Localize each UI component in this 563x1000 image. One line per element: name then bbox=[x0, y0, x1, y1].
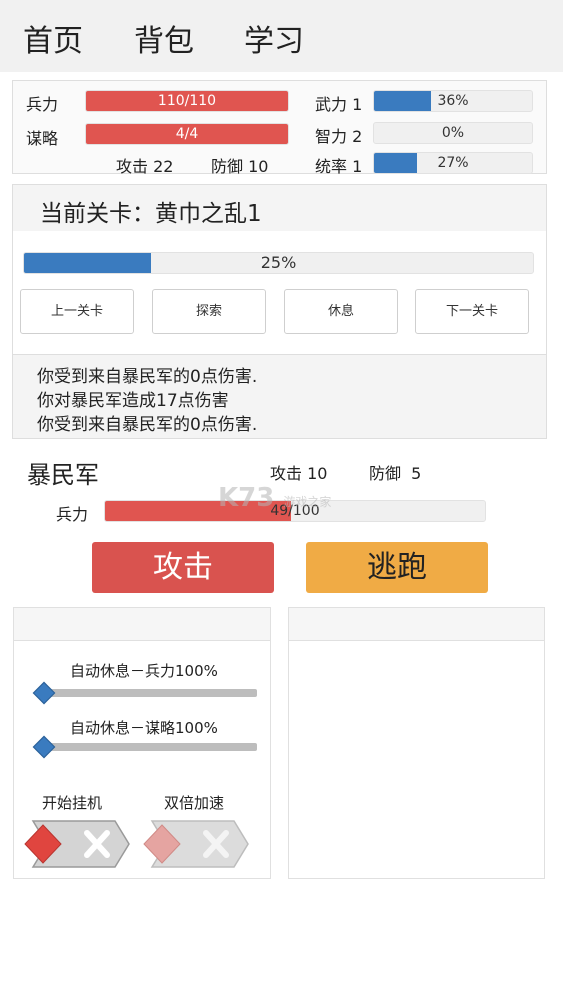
nav-home[interactable]: 首页 bbox=[23, 16, 83, 60]
auto-idle-toggle[interactable] bbox=[23, 819, 131, 869]
top-nav: 首页 背包 学习 bbox=[0, 0, 563, 72]
auto-rest-strategy-knob[interactable] bbox=[32, 735, 56, 759]
attack-button[interactable]: 攻击 bbox=[92, 542, 274, 593]
log-line: 你受到来自暴民军的0点伤害. bbox=[37, 415, 258, 435]
auto-rest-troops-slider[interactable] bbox=[36, 689, 257, 697]
enemy-troops-label: 兵力 bbox=[56, 505, 89, 524]
rest-button[interactable]: 休息 bbox=[284, 289, 398, 334]
enemy-attack: 攻击 10 bbox=[270, 464, 328, 483]
troops-bar: 110/110 bbox=[85, 90, 289, 112]
info-panel-header bbox=[289, 608, 544, 641]
prev-stage-button[interactable]: 上一关卡 bbox=[20, 289, 134, 334]
next-stage-button[interactable]: 下一关卡 bbox=[415, 289, 529, 334]
strategy-label: 谋略 bbox=[26, 129, 59, 148]
enemy-troops-bar: 49/100 bbox=[104, 500, 486, 522]
command-value: 27% bbox=[437, 155, 469, 171]
stage-progress-value: 25% bbox=[260, 253, 297, 272]
troops-label: 兵力 bbox=[26, 95, 59, 114]
stage-header: 当前关卡：黄巾之乱1 bbox=[12, 184, 547, 232]
intellect-value: 0% bbox=[441, 125, 465, 141]
attack-stat: 攻击 22 bbox=[116, 157, 174, 176]
strategy-bar: 4/4 bbox=[85, 123, 289, 145]
settings-panel-header bbox=[14, 608, 270, 641]
stats-panel: 兵力 110/110 谋略 4/4 攻击 22 防御 10 武力 1 36% 智… bbox=[12, 80, 547, 176]
enemy-troops-value: 49/100 bbox=[270, 503, 320, 519]
log-line: 你对暴民军造成17点伤害 bbox=[37, 391, 229, 411]
defense-stat: 防御 10 bbox=[211, 157, 269, 176]
log-line: 你受到来自暴民军的0点伤害. bbox=[37, 367, 258, 387]
intellect-bar: 0% bbox=[373, 122, 533, 144]
settings-panel: 自动休息－兵力100% 自动休息－谋略100% 开始挂机 双倍加速 bbox=[13, 607, 271, 879]
nav-bag[interactable]: 背包 bbox=[134, 16, 194, 60]
might-value: 36% bbox=[437, 93, 469, 109]
double-speed-label: 双倍加速 bbox=[164, 794, 225, 812]
might-bar: 36% bbox=[373, 90, 533, 112]
double-speed-toggle[interactable] bbox=[142, 819, 250, 869]
info-panel bbox=[288, 607, 545, 879]
enemy-name: 暴民军 bbox=[27, 461, 99, 489]
stage-title: 当前关卡：黄巾之乱1 bbox=[40, 201, 262, 227]
flee-button[interactable]: 逃跑 bbox=[306, 542, 488, 593]
intellect-label: 智力 2 bbox=[315, 127, 363, 146]
stage-progress-bar: 25% bbox=[23, 252, 534, 274]
nav-study[interactable]: 学习 bbox=[244, 16, 304, 60]
auto-rest-troops-knob[interactable] bbox=[32, 681, 56, 705]
auto-rest-troops-label: 自动休息－兵力100% bbox=[70, 662, 218, 680]
stage-body: 25% 上一关卡 探索 休息 下一关卡 bbox=[12, 231, 547, 355]
auto-rest-strategy-label: 自动休息－谋略100% bbox=[70, 719, 218, 737]
enemy-defense: 防御 5 bbox=[369, 464, 422, 483]
command-bar: 27% bbox=[373, 152, 533, 174]
troops-value: 110/110 bbox=[157, 93, 217, 109]
auto-rest-strategy-slider[interactable] bbox=[36, 743, 257, 751]
might-label: 武力 1 bbox=[315, 95, 363, 114]
auto-idle-label: 开始挂机 bbox=[42, 794, 103, 812]
battle-log: 你受到来自暴民军的0点伤害. 你对暴民军造成17点伤害 你受到来自暴民军的0点伤… bbox=[12, 354, 547, 439]
strategy-value: 4/4 bbox=[175, 126, 199, 142]
explore-button[interactable]: 探索 bbox=[152, 289, 266, 334]
command-label: 统率 1 bbox=[315, 157, 363, 176]
